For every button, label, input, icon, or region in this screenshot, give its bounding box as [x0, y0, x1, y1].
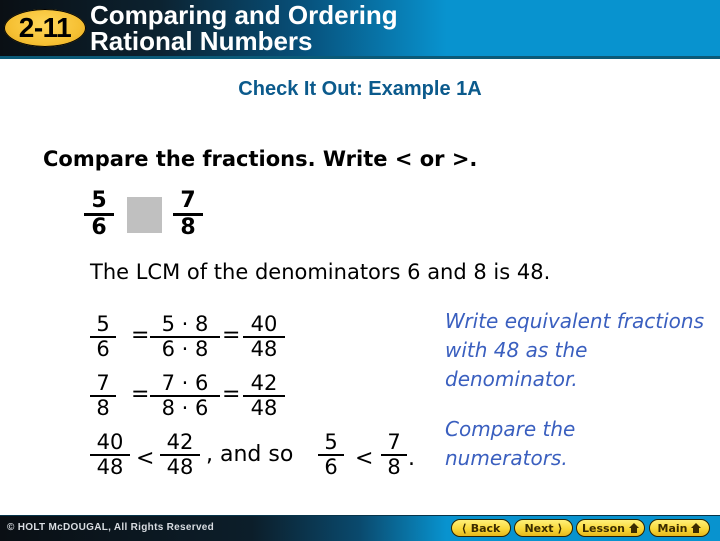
problem-fraction-right: 7 8 — [173, 190, 203, 239]
lesson-button-label: Lesson — [582, 521, 625, 535]
numerator: 7 — [180, 188, 196, 213]
numerator: 5 — [91, 188, 107, 213]
denominator: 48 — [250, 396, 278, 420]
note-equivalent-fractions: Write equivalent fractions with 48 as th… — [445, 309, 705, 391]
problem-prompt: Compare the fractions. Write < or >. — [43, 147, 478, 171]
answer-box[interactable] — [127, 197, 162, 233]
denominator: 8 · 6 — [161, 396, 209, 420]
row1-fraction-equivalent: 40 48 — [243, 314, 285, 360]
next-button-label: Next — [524, 521, 554, 535]
numerator: 42 — [250, 371, 278, 395]
numerator: 40 — [96, 430, 124, 454]
numerator: 7 — [387, 430, 401, 454]
row1-fraction-multiplied: 5 · 8 6 · 8 — [150, 314, 220, 360]
note-compare-numerators: Compare the numerators. — [445, 417, 576, 470]
main-button[interactable]: Main — [649, 519, 710, 537]
equals-sign: = — [222, 323, 241, 348]
numerator: 5 — [324, 430, 338, 454]
denominator: 6 — [96, 337, 110, 361]
lcm-statement: The LCM of the denominators 6 and 8 is 4… — [90, 260, 551, 284]
less-than-sign: < — [355, 446, 374, 471]
conclusion-fraction-1: 40 48 — [90, 432, 130, 478]
chevron-left-icon: ⟨ — [461, 521, 467, 535]
denominator: 48 — [96, 455, 124, 479]
lesson-badge: 2-11 — [4, 9, 86, 47]
page-title: Comparing and Ordering Rational Numbers — [90, 0, 398, 54]
main-button-label: Main — [657, 521, 688, 535]
numerator: 42 — [166, 430, 194, 454]
problem-fraction-left: 5 6 — [84, 190, 114, 239]
equals-sign: = — [131, 323, 150, 348]
title-line-2: Rational Numbers — [90, 26, 313, 56]
and-so-text: , and so — [206, 442, 294, 467]
denominator: 6 — [91, 215, 107, 240]
less-than-sign: < — [136, 446, 155, 471]
numerator: 5 — [96, 312, 110, 336]
next-button[interactable]: Next ⟩ — [514, 519, 573, 537]
home-icon — [628, 523, 639, 533]
numerator: 7 · 6 — [161, 371, 209, 395]
lesson-button[interactable]: Lesson — [576, 519, 645, 537]
row1-fraction-original: 5 6 — [90, 314, 116, 360]
denominator: 8 — [180, 215, 196, 240]
denominator: 6 · 8 — [161, 337, 209, 361]
denominator: 8 — [387, 455, 401, 479]
denominator: 48 — [166, 455, 194, 479]
home-icon — [691, 523, 702, 533]
header-bar: 2-11 Comparing and Ordering Rational Num… — [0, 0, 720, 59]
row2-fraction-original: 7 8 — [90, 373, 116, 419]
numerator: 5 · 8 — [161, 312, 209, 336]
copyright-text: © HOLT McDOUGAL, All Rights Reserved — [7, 522, 215, 533]
footer-bar: © HOLT McDOUGAL, All Rights Reserved ⟨ B… — [0, 515, 720, 541]
example-subtitle: Check It Out: Example 1A — [238, 78, 482, 100]
numerator: 7 — [96, 371, 110, 395]
period: . — [408, 446, 415, 471]
denominator: 6 — [324, 455, 338, 479]
back-button[interactable]: ⟨ Back — [451, 519, 511, 537]
conclusion-fraction-3: 5 6 — [318, 432, 344, 478]
title-line-1: Comparing and Ordering — [90, 0, 398, 30]
denominator: 8 — [96, 396, 110, 420]
numerator: 40 — [250, 312, 278, 336]
chevron-right-icon: ⟩ — [557, 521, 563, 535]
equals-sign: = — [222, 382, 241, 407]
row2-fraction-equivalent: 42 48 — [243, 373, 285, 419]
denominator: 48 — [250, 337, 278, 361]
conclusion-fraction-4: 7 8 — [381, 432, 407, 478]
back-button-label: Back — [470, 521, 501, 535]
conclusion-fraction-2: 42 48 — [160, 432, 200, 478]
equals-sign: = — [131, 382, 150, 407]
row2-fraction-multiplied: 7 · 6 8 · 6 — [150, 373, 220, 419]
